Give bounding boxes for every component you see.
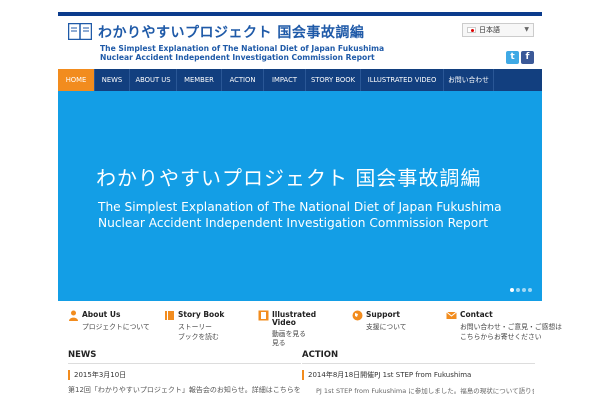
book-icon xyxy=(165,311,174,320)
open-book-icon xyxy=(68,23,92,40)
chevron-down-icon: ▼ xyxy=(524,26,529,33)
feature-illustrated-video[interactable]: Illustrated Video 動画を見る 見る xyxy=(248,301,342,347)
logo-subtitle-line2: Nuclear Accident Independent Investigati… xyxy=(100,53,375,62)
action-heading: ACTION xyxy=(302,350,535,364)
nav-item-contact[interactable]: お問い合わせ xyxy=(444,69,494,91)
slider-dots xyxy=(508,277,532,296)
nav-item-story-book[interactable]: STORY BOOK xyxy=(306,69,361,91)
nav-item-home[interactable]: HOME xyxy=(58,69,95,91)
slider-dot[interactable] xyxy=(528,288,532,292)
nav-item-illustrated-video[interactable]: ILLUSTRATED VIDEO xyxy=(361,69,444,91)
action-item-heading[interactable]: 2014年8月18日開催PJ 1st STEP from Fukushima xyxy=(302,370,535,380)
nav-item-news[interactable]: NEWS xyxy=(95,69,130,91)
language-select[interactable]: 日本語 ▼ xyxy=(462,23,534,37)
feature-title: Support xyxy=(366,310,400,319)
feature-title: Contact xyxy=(460,310,493,319)
site-header: わかりやすいプロジェクト 国会事故調編 The Simplest Explana… xyxy=(58,16,542,68)
feature-subtitle: プロジェクトについて xyxy=(82,323,150,331)
feature-about-us[interactable]: About Us プロジェクトについて xyxy=(58,301,154,345)
feature-subtitle: ストーリー xyxy=(178,323,212,331)
slider-dot[interactable] xyxy=(516,288,520,292)
social-links: tf xyxy=(504,44,534,64)
news-item-date[interactable]: 2015年3月10日 xyxy=(68,370,301,380)
twitter-icon[interactable]: t xyxy=(506,51,519,64)
news-heading: NEWS xyxy=(68,350,301,364)
main-nav: HOME NEWS ABOUT US MEMBER ACTION IMPACT … xyxy=(58,69,542,91)
feature-subtitle: こちらからお寄せください xyxy=(460,333,542,341)
feature-title: About Us xyxy=(82,310,121,319)
nav-item-member[interactable]: MEMBER xyxy=(177,69,222,91)
hero-subtitle-line2: Nuclear Accident Independent Investigati… xyxy=(98,216,489,230)
news-item-body[interactable]: 第12回「わかりやすいプロジェクト」報告会のお知らせ。詳細はこちらをご覧ください… xyxy=(68,385,300,395)
action-item-body: PJ 1st STEP from Fukushima に参加しました。福島の現状… xyxy=(316,387,534,395)
nav-item-impact[interactable]: IMPACT xyxy=(264,69,306,91)
slider-dot[interactable] xyxy=(522,288,526,292)
japan-flag-icon xyxy=(467,27,476,33)
feature-subtitle: 見る xyxy=(272,339,286,347)
facebook-icon[interactable]: f xyxy=(521,51,534,64)
film-icon xyxy=(258,310,269,321)
globe-icon xyxy=(352,310,363,321)
feature-contact[interactable]: Contact お問い合わせ・ご意見・ご感想は こちらからお寄せください xyxy=(436,301,562,345)
feature-title-line2: Video xyxy=(272,318,296,327)
hero-subtitle-line1: The Simplest Explanation of The National… xyxy=(98,200,502,214)
feature-title: Story Book xyxy=(178,310,225,319)
logo-title-jp: わかりやすいプロジェクト 国会事故調編 xyxy=(98,25,365,41)
hero-slider[interactable]: わかりやすいプロジェクト 国会事故調編 The Simplest Explana… xyxy=(58,91,542,301)
feature-story-book[interactable]: Story Book ストーリー ブックを読む xyxy=(154,301,248,345)
nav-item-action[interactable]: ACTION xyxy=(222,69,264,91)
person-icon xyxy=(69,310,78,321)
feature-support[interactable]: Support 支援について xyxy=(342,301,436,345)
slider-dot[interactable] xyxy=(510,288,514,292)
logo-subtitle-line1: The Simplest Explanation of The National… xyxy=(100,44,385,53)
mail-icon xyxy=(446,311,457,319)
hero-title: わかりやすいプロジェクト 国会事故調編 xyxy=(96,166,482,190)
language-label: 日本語 xyxy=(479,26,500,34)
feature-subtitle: 支援について xyxy=(366,323,407,331)
feature-links: About Us プロジェクトについて Story Book ストーリー ブック… xyxy=(58,301,562,347)
action-section: ACTION 2014年8月18日開催PJ 1st STEP from Fuku… xyxy=(302,350,535,395)
feature-subtitle: お問い合わせ・ご意見・ご感想は xyxy=(460,323,562,331)
nav-item-about-us[interactable]: ABOUT US xyxy=(130,69,177,91)
news-section: NEWS 2015年3月10日 第12回「わかりやすいプロジェクト」報告会のお知… xyxy=(68,350,301,395)
feature-subtitle: ブックを読む xyxy=(178,333,219,341)
